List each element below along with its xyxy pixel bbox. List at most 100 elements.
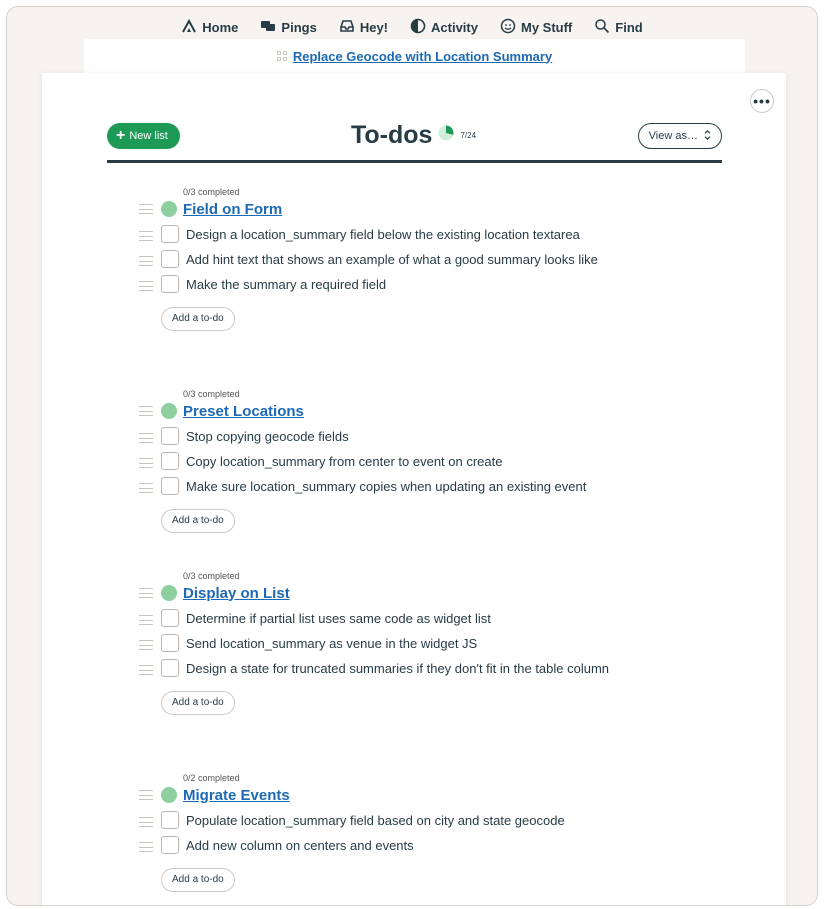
todo-text[interactable]: Make sure location_summary copies when u… — [186, 477, 646, 497]
new-list-label: New list — [129, 130, 168, 142]
todo-checkbox[interactable] — [161, 225, 179, 243]
drag-handle-icon[interactable] — [139, 817, 153, 827]
drag-handle-icon[interactable] — [139, 433, 153, 443]
completed-count: 0/3 completed — [183, 187, 240, 197]
page-title: To-dos — [351, 121, 433, 149]
todo-checkbox[interactable] — [161, 275, 179, 293]
nav-home[interactable]: Home — [181, 18, 238, 37]
todolist: 0/3 completed Preset Locations Stop copy… — [139, 388, 646, 533]
todo-text[interactable]: Stop copying geocode fields — [186, 427, 616, 447]
breadcrumb: Replace Geocode with Location Summary — [84, 39, 745, 73]
drag-handle-icon[interactable] — [139, 790, 153, 800]
todo-checkbox[interactable] — [161, 634, 179, 652]
todo-checkbox[interactable] — [161, 250, 179, 268]
todo-text[interactable]: Add hint text that shows an example of w… — [186, 250, 616, 270]
home-icon — [181, 18, 197, 37]
nav-find-label: Find — [615, 19, 643, 35]
nav-hey[interactable]: Hey! — [339, 18, 388, 37]
progress-pie-icon — [438, 125, 454, 146]
view-as-select[interactable]: View as… — [637, 123, 722, 149]
list-title-link[interactable]: Field on Form — [183, 201, 282, 218]
todo-checkbox[interactable] — [161, 452, 179, 470]
todo-checkbox[interactable] — [161, 836, 179, 854]
todo-item: Make sure location_summary copies when u… — [139, 477, 646, 497]
todo-text[interactable]: Design a state for truncated summaries i… — [186, 659, 616, 679]
add-todo-button[interactable]: Add a to-do — [161, 307, 235, 331]
drag-handle-icon[interactable] — [139, 640, 153, 650]
list-progress-icon — [161, 403, 177, 419]
todo-item: Make the summary a required field — [139, 275, 616, 295]
hey-icon — [339, 18, 355, 37]
todo-item: Copy location_summary from center to eve… — [139, 452, 646, 472]
list-progress-icon — [161, 201, 177, 217]
nav-my-stuff[interactable]: My Stuff — [500, 18, 572, 37]
todo-checkbox[interactable] — [161, 811, 179, 829]
nav-home-label: Home — [202, 19, 239, 35]
header-divider — [107, 160, 722, 163]
todo-text[interactable]: Send location_summary as venue in the wi… — [186, 634, 616, 654]
updown-chevron-icon — [704, 129, 711, 143]
drag-handle-icon[interactable] — [139, 458, 153, 468]
todo-text[interactable]: Design a location_summary field below th… — [186, 225, 616, 245]
nav-hey-label: Hey! — [359, 19, 389, 35]
todo-text[interactable]: Make the summary a required field — [186, 275, 616, 295]
list-progress-icon — [161, 787, 177, 803]
more-options-button[interactable]: ••• — [750, 89, 774, 113]
todo-checkbox[interactable] — [161, 427, 179, 445]
todo-item: Send location_summary as venue in the wi… — [139, 634, 616, 654]
drag-handle-icon[interactable] — [139, 842, 153, 852]
todo-checkbox[interactable] — [161, 659, 179, 677]
completed-count: 0/3 completed — [183, 571, 240, 581]
list-title-row: Field on Form — [139, 198, 616, 220]
add-todo-button[interactable]: Add a to-do — [161, 691, 235, 715]
todolist: 0/3 completed Field on Form Design a loc… — [139, 186, 616, 331]
drag-handle-icon[interactable] — [139, 256, 153, 266]
activity-icon — [410, 18, 426, 37]
list-title-link[interactable]: Migrate Events — [183, 787, 290, 804]
drag-handle-icon[interactable] — [139, 281, 153, 291]
breadcrumb-project-link[interactable]: Replace Geocode with Location Summary — [293, 49, 552, 64]
todo-text[interactable]: Copy location_summary from center to eve… — [186, 452, 616, 472]
drag-handle-icon[interactable] — [139, 588, 153, 598]
drag-handle-icon[interactable] — [139, 483, 153, 493]
todo-item: Design a state for truncated summaries i… — [139, 659, 616, 679]
todo-item: Design a location_summary field below th… — [139, 225, 616, 245]
drag-handle-icon[interactable] — [139, 665, 153, 675]
nav-find[interactable]: Find — [594, 18, 643, 37]
todo-item: Determine if partial list uses same code… — [139, 609, 616, 629]
smiley-icon — [500, 18, 516, 37]
list-title-link[interactable]: Display on List — [183, 585, 290, 602]
progress-count: 7/24 — [460, 131, 477, 140]
drag-handle-icon[interactable] — [139, 615, 153, 625]
drag-handle-icon[interactable] — [139, 204, 153, 214]
todo-item: Stop copying geocode fields — [139, 427, 646, 447]
todo-item: Add new column on centers and events — [139, 836, 616, 856]
todo-checkbox[interactable] — [161, 609, 179, 627]
todo-text[interactable]: Populate location_summary field based on… — [186, 811, 616, 831]
list-title-row: Preset Locations — [139, 400, 646, 422]
completed-count: 0/2 completed — [183, 773, 240, 783]
nav-activity[interactable]: Activity — [410, 18, 478, 37]
todos-header: + New list To-dos 7/24 View as… — [107, 121, 722, 161]
todo-text[interactable]: Determine if partial list uses same code… — [186, 609, 616, 629]
list-title-row: Display on List — [139, 582, 616, 604]
list-title-link[interactable]: Preset Locations — [183, 403, 304, 420]
drag-handle-icon[interactable] — [139, 231, 153, 241]
search-icon — [594, 18, 610, 37]
list-progress-icon — [161, 585, 177, 601]
nav-pings-label: Pings — [281, 19, 317, 35]
drag-handle-icon[interactable] — [139, 406, 153, 416]
pings-icon — [260, 18, 276, 37]
todo-item: Populate location_summary field based on… — [139, 811, 616, 831]
add-todo-button[interactable]: Add a to-do — [161, 509, 235, 533]
completed-count: 0/3 completed — [183, 389, 240, 399]
plus-icon: + — [116, 127, 126, 144]
top-nav: Home Pings Hey! Activity My Stuff Find — [7, 13, 817, 41]
new-list-button[interactable]: + New list — [107, 123, 180, 149]
nav-pings[interactable]: Pings — [260, 18, 317, 37]
todo-checkbox[interactable] — [161, 477, 179, 495]
todo-text[interactable]: Add new column on centers and events — [186, 836, 616, 856]
add-todo-button[interactable]: Add a to-do — [161, 868, 235, 892]
todolist: 0/2 completed Migrate Events Populate lo… — [139, 772, 616, 892]
todolist: 0/3 completed Display on List Determine … — [139, 570, 616, 715]
